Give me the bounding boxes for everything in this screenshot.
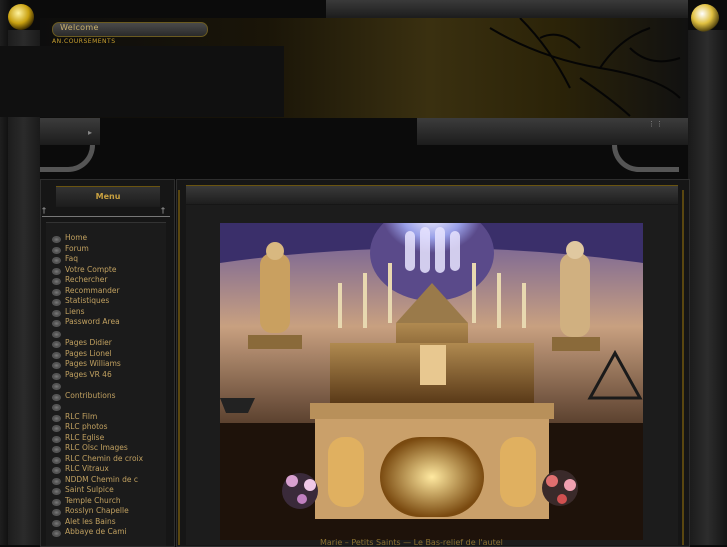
church-altar-photo[interactable] bbox=[220, 223, 643, 540]
menu-item-contributions[interactable]: Contributions bbox=[52, 391, 168, 402]
menu-item-rlc-olsc-images[interactable]: RLC Olsc Images bbox=[52, 443, 168, 454]
bullet-icon bbox=[52, 351, 61, 359]
gold-rule bbox=[682, 190, 684, 545]
bullet-icon bbox=[52, 278, 61, 285]
bullet-icon bbox=[52, 299, 61, 306]
bullet-icon bbox=[52, 477, 61, 485]
menu-item-rosslyn-chapelle[interactable]: Rosslyn Chapelle bbox=[52, 506, 168, 517]
gold-orb-icon bbox=[8, 4, 34, 30]
menu-item-account[interactable]: Votre Compte bbox=[52, 265, 168, 276]
menu-divider bbox=[42, 208, 170, 217]
bullet-icon bbox=[52, 467, 61, 474]
ribbon-text: AN.COURSEMENTS bbox=[52, 38, 116, 45]
bullet-icon bbox=[52, 257, 61, 264]
menu-item-pages-lionel[interactable]: Pages Lionel bbox=[52, 349, 168, 360]
swirl-decoration bbox=[612, 145, 679, 172]
tree-branches-decoration bbox=[489, 18, 681, 117]
menu-item-statistics[interactable]: Statistiques bbox=[52, 296, 168, 307]
bullet-icon bbox=[52, 488, 61, 495]
bullet-icon bbox=[52, 519, 61, 527]
gold-orb-icon bbox=[691, 4, 719, 32]
menu-item-alet-les-bains[interactable]: Alet les Bains bbox=[52, 517, 168, 528]
bullet-icon bbox=[52, 320, 61, 327]
bullet-icon bbox=[52, 509, 61, 516]
menu-item-forum[interactable]: Forum bbox=[52, 244, 168, 255]
menu-list: Home Forum Faq Votre Compte Rechercher R… bbox=[52, 233, 168, 538]
menu-item-links[interactable]: Liens bbox=[52, 307, 168, 318]
menu-separator bbox=[52, 401, 168, 412]
menu-item-search[interactable]: Rechercher bbox=[52, 275, 168, 286]
menu-item-password-area[interactable]: Password Area bbox=[52, 317, 168, 328]
bullet-icon bbox=[52, 341, 61, 348]
menu-item-rlc-chemin-de-croix[interactable]: RLC Chemin de croix bbox=[52, 454, 168, 465]
right-border-column bbox=[688, 30, 727, 545]
bullet-icon bbox=[52, 404, 61, 411]
menu-item-abbaye-de-camon[interactable]: Abbaye de Cami bbox=[52, 527, 168, 538]
swirl-decoration bbox=[40, 145, 95, 172]
bullet-icon bbox=[52, 425, 61, 432]
bullet-icon bbox=[52, 309, 61, 317]
menu-separator bbox=[52, 380, 168, 391]
menu-item-nddm-chemin[interactable]: NDDM Chemin de c bbox=[52, 475, 168, 486]
nav-dots-icon: ⋮⋮ bbox=[648, 120, 664, 128]
menu-item-rlc-vitraux[interactable]: RLC Vitraux bbox=[52, 464, 168, 475]
bullet-icon bbox=[52, 446, 61, 453]
menu-item-recommend[interactable]: Recommander bbox=[52, 286, 168, 297]
bullet-icon bbox=[52, 435, 61, 443]
bullet-icon bbox=[52, 393, 61, 401]
header-dark-block bbox=[0, 46, 284, 117]
menu-item-rlc-eglise[interactable]: RLC Eglise bbox=[52, 433, 168, 444]
bullet-icon bbox=[52, 372, 61, 380]
bullet-icon bbox=[52, 362, 61, 369]
top-bar bbox=[326, 0, 688, 18]
menu-item-faq[interactable]: Faq bbox=[52, 254, 168, 265]
menu-item-saint-sulpice[interactable]: Saint Sulpice bbox=[52, 485, 168, 496]
bullet-icon bbox=[52, 236, 61, 243]
menu-item-pages-williams[interactable]: Pages Williams bbox=[52, 359, 168, 370]
menu-item-home[interactable]: Home bbox=[52, 233, 168, 244]
bullet-icon bbox=[52, 288, 61, 296]
menu-item-pages-didier[interactable]: Pages Didier bbox=[52, 338, 168, 349]
bullet-icon bbox=[52, 246, 61, 254]
menu-item-temple-church[interactable]: Temple Church bbox=[52, 496, 168, 507]
arrow-right-icon[interactable]: ▸ bbox=[88, 128, 92, 137]
menu-header: Menu bbox=[56, 186, 160, 207]
bullet-icon bbox=[52, 267, 61, 275]
bullet-icon bbox=[52, 414, 61, 422]
bullet-icon bbox=[52, 383, 61, 390]
content-title-bar bbox=[186, 185, 678, 204]
gold-rule bbox=[178, 190, 180, 545]
rail-end-icon: † bbox=[42, 206, 46, 215]
menu-title: Menu bbox=[95, 192, 121, 201]
bullet-icon bbox=[52, 456, 61, 464]
bullet-icon bbox=[52, 498, 61, 506]
bullet-icon bbox=[52, 330, 61, 338]
menu-item-rlc-photos[interactable]: RLC photos bbox=[52, 422, 168, 433]
photo-caption: Marie – Petits Saints — Le Bas-relief de… bbox=[320, 538, 503, 547]
welcome-label: Welcome bbox=[60, 23, 99, 32]
menu-separator bbox=[52, 328, 168, 339]
menu-item-rlc-film[interactable]: RLC Film bbox=[52, 412, 168, 423]
menu-item-pages-vr46[interactable]: Pages VR 46 bbox=[52, 370, 168, 381]
bullet-icon bbox=[52, 530, 61, 537]
rail-end-icon: † bbox=[161, 206, 165, 215]
